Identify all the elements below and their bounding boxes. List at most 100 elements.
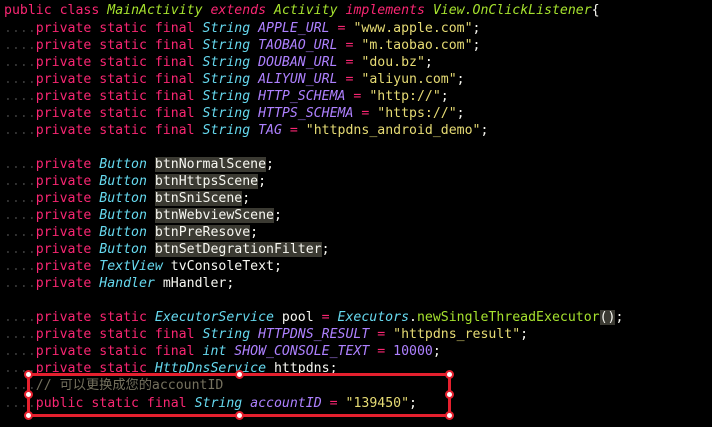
code-line: ....private static final String TAOBAO_U… [4,38,481,53]
type-name: String [202,327,251,342]
equals: = [377,344,386,359]
equals: = [345,55,354,70]
modifier: private [35,276,92,291]
resize-handle-top[interactable] [235,370,244,379]
semicolon: ; [456,72,465,87]
class-name: MainActivity [107,3,203,18]
constant-name: HTTPS_SCHEMA [258,106,354,121]
modifiers: private static final [35,344,195,359]
code-line: ....private Button btnPreResove; [4,225,259,240]
open-brace: { [591,3,600,18]
string-value: "aliyun.com" [361,72,457,87]
constant-name: ALIYUN_URL [258,72,338,87]
string-value: "http://" [369,89,441,104]
equals: = [345,72,354,87]
resize-handle-top-right[interactable] [445,370,454,379]
code-line: ....private static final int SHOW_CONSOL… [4,344,441,359]
modifiers: private static final [35,38,195,53]
semicolon: ; [250,225,259,240]
type-name: Button [99,208,147,223]
code-editor[interactable]: public class MainActivity extends Activi… [0,0,712,427]
equals: = [321,310,330,325]
modifiers: private static final [35,55,195,70]
string-value: "m.taobao.com" [361,38,473,53]
semicolon: ; [472,21,481,36]
code-line: ....private static final String TAG = "h… [4,123,489,138]
code-line: ....private static final String DOUBAN_U… [4,55,433,70]
dot: . [409,310,417,325]
field-name: btnNormalScene [154,157,267,172]
field-name: btnSniScene [154,191,243,206]
type-name: Button [99,157,147,172]
field-name: tvConsoleText [170,259,274,274]
modifier: private [35,225,92,240]
semicolon: ; [480,123,489,138]
modifiers: private static final [35,327,195,342]
resize-handle-top-left[interactable] [24,370,33,379]
resize-handle-right[interactable] [445,390,454,399]
type-name: Button [99,242,147,257]
string-value: "httpdns_android_demo" [305,123,481,138]
semicolon: ; [456,106,465,121]
resize-handle-left[interactable] [24,390,33,399]
code-line: ....private static final String HTTPS_SC… [4,106,465,121]
number-value: 10000 [393,344,433,359]
string-value: "www.apple.com" [353,21,473,36]
method-call: newSingleThreadExecutor [416,310,600,325]
resize-handle-bottom-right[interactable] [445,411,454,420]
field-name: btnSetDegrationFilter [154,242,322,257]
type-name: int [202,344,227,359]
semicolon: ; [274,259,282,274]
class-declaration-line: public class MainActivity extends Activi… [4,2,600,19]
code-line: ....private static final String HTTP_SCH… [4,89,449,104]
semicolon: ; [615,310,624,325]
modifier: private [35,191,92,206]
modifiers: private static final [35,21,195,36]
resize-handle-bottom[interactable] [235,411,244,420]
modifiers: private static [35,310,147,325]
modifier: private [35,157,92,172]
type-name: Button [99,225,147,240]
code-line: ....private Button btnNormalScene; [4,157,274,172]
field-name: mHandler [162,276,227,291]
equals: = [353,89,362,104]
type-name: Button [99,174,147,189]
type-name: Button [99,191,147,206]
semicolon: ; [273,208,282,223]
type-name: String [202,72,251,87]
field-name: btnHttpsScene [154,174,259,189]
class-ref: Executors [337,310,410,325]
interface-name: View.OnClickListener [432,3,592,18]
equals: = [337,21,346,36]
semicolon: ; [440,89,449,104]
modifiers: private static final [35,123,195,138]
type-name: String [202,123,251,138]
code-line: ....private Button btnWebviewScene; [4,208,282,223]
modifier: private [35,208,92,223]
type-name: String [202,55,251,70]
modifier: private [35,174,92,189]
type-name: ExecutorService [154,310,274,325]
semicolon: ; [258,174,267,189]
code-line: ....private Button btnSniScene; [4,191,251,206]
code-line: ....private Button btnHttpsScene; [4,174,267,189]
string-value: "https://" [377,106,457,121]
semicolon: ; [321,242,330,257]
annotation-highlight-box[interactable] [24,370,454,420]
code-line: ....private static final String HTTPDNS_… [4,327,529,342]
resize-handle-bottom-left[interactable] [24,411,33,420]
semicolon: ; [432,344,441,359]
constant-name: HTTP_SCHEMA [258,89,346,104]
string-value: "dou.bz" [361,55,425,70]
code-line: ....private Handler mHandler; [4,276,235,291]
modifier: private [35,242,92,257]
keyword: extends [210,3,267,18]
string-value: "httpdns_result" [393,327,521,342]
code-line: ....private static final String ALIYUN_U… [4,72,465,87]
type-name: Handler [99,276,155,291]
equals: = [289,123,298,138]
type-name: String [202,106,251,121]
semicolon: ; [424,55,433,70]
keyword: public [4,3,52,18]
constant-name: TAG [258,123,282,138]
